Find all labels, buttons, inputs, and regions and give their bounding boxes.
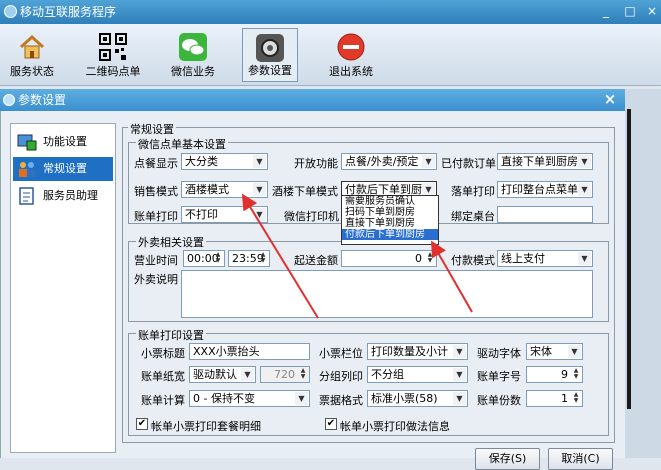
annotation-arrow	[241, 193, 319, 319]
annotation-arrows	[241, 193, 473, 319]
annotation-arrow	[431, 240, 473, 313]
